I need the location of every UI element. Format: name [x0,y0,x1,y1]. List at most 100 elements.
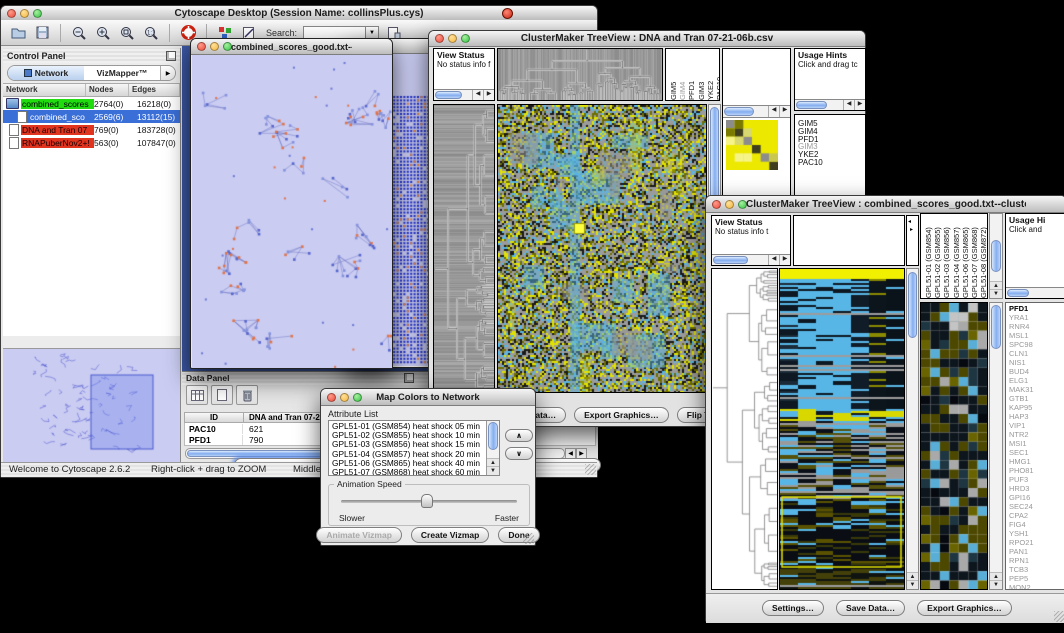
zoom-fit-button[interactable]: 1:1 [142,24,160,42]
close-icon[interactable] [7,9,16,18]
search-input[interactable] [304,27,365,39]
scrollbar-thumb[interactable] [724,107,754,116]
scrollbar-thumb[interactable] [435,91,462,99]
move-up-button[interactable]: ∧ [505,429,533,442]
scroll-left-icon[interactable]: ◂ [908,218,911,225]
minimize-icon[interactable] [340,393,349,402]
new-attribute-button[interactable] [211,385,233,405]
network1-view[interactable] [192,55,391,367]
tab-vizmapper[interactable]: VizMapper™ [84,66,160,80]
network1-titlebar[interactable]: combined_scores_good.txt--cluste... [191,39,392,55]
tab-network[interactable]: Network [8,66,84,80]
birdseye-view[interactable] [3,348,180,463]
window-controls[interactable] [712,200,747,209]
minimize-icon[interactable] [210,42,219,51]
close-icon[interactable] [435,34,444,43]
close-icon[interactable] [327,393,336,402]
scroll-left-icon[interactable]: ◀ [768,255,779,265]
dialog-titlebar[interactable]: Map Colors to Network [321,389,535,406]
hscrollbar[interactable]: ◀▶ [795,99,865,110]
scroll-right-icon[interactable]: ▶ [483,90,494,100]
select-attributes-button[interactable] [186,385,208,405]
column-scroll-strip[interactable]: ◂ ▸ [906,215,919,266]
float-panel-icon[interactable] [166,51,176,61]
minimize-icon[interactable] [20,9,29,18]
delete-attribute-button[interactable] [236,385,258,405]
overview-canvas[interactable] [3,349,179,462]
treeview1-titlebar[interactable]: ClusterMaker TreeView : DNA and Tran 07-… [429,31,865,47]
scrollbar-thumb[interactable] [991,240,1001,272]
treeview2-titlebar[interactable]: ClusterMaker TreeView : combined_scores_… [706,196,1064,213]
close-icon[interactable] [712,200,721,209]
hscrollbar[interactable]: ◀▶ [712,254,790,265]
zoom-heatmap-canvas[interactable] [921,303,987,589]
network-list-row[interactable]: RNAPuberNov2+!563(0)107847(0) [3,136,180,149]
scroll-right-icon[interactable]: ▶ [854,100,865,110]
row-dendrogram-canvas[interactable] [434,105,494,392]
network-list-row[interactable]: DNA and Tran 07769(0)183728(0) [3,123,180,136]
create-vizmap-button[interactable]: Create Vizmap [411,527,489,543]
resize-grip[interactable] [523,533,534,544]
heatmap-canvas[interactable] [780,269,904,589]
zoom-selected-button[interactable] [118,24,136,42]
scrollbar-thumb[interactable] [1007,289,1029,297]
heatmap-panel[interactable] [497,104,707,393]
scroll-down-icon[interactable]: ▼ [990,289,1002,298]
zoom-view-panel[interactable] [920,302,988,590]
scrollbar-thumb[interactable] [488,422,498,450]
hscrollbar[interactable]: ◀▶ [723,105,790,118]
save-data-button[interactable]: Save Data… [836,600,905,616]
export-graphics-button[interactable]: Export Graphics… [574,407,669,423]
scroll-right-icon[interactable]: ▶ [779,255,790,265]
row-dendrogram-canvas[interactable] [712,269,777,589]
column-dendrogram-canvas[interactable] [498,49,662,100]
attribute-listbox[interactable]: GPL51-01 (GSM854) heat shock 05 minGPL51… [328,420,500,476]
vscrollbar[interactable]: ▲ ▼ [486,421,499,475]
network-list-row[interactable]: combined_sco2569(6)13112(15) [3,110,180,123]
scrollbar-thumb[interactable] [991,305,1001,349]
hscrollbar[interactable] [1006,287,1064,298]
open-session-button[interactable] [9,24,27,42]
vscrollbar[interactable]: ▲ ▼ [906,268,919,590]
scroll-left-icon[interactable]: ◀ [472,90,483,100]
tab-overflow-arrow-icon[interactable]: ▶ [160,66,175,80]
global-matrix-canvas[interactable] [726,120,778,170]
window-controls[interactable] [7,9,42,18]
heatmap-canvas[interactable] [498,105,706,392]
row-dendrogram-panel[interactable] [711,268,778,590]
export-graphics-button[interactable]: Export Graphics… [917,600,1012,616]
scroll-down-icon[interactable]: ▼ [990,580,1002,589]
minimize-icon[interactable] [725,200,734,209]
minimize-icon[interactable] [448,34,457,43]
zoom-in-button[interactable] [94,24,112,42]
window-controls[interactable] [197,42,232,51]
scroll-left-icon[interactable]: ◀ [768,106,779,117]
scrollbar-thumb[interactable] [908,272,917,338]
animate-vizmap-button[interactable]: Animate Vizmap [316,527,402,543]
network-list-row[interactable]: combined_scores2764(0)16218(0) [3,97,180,110]
scroll-down-icon[interactable]: ▼ [907,580,918,589]
float-panel-icon[interactable] [404,373,414,383]
move-down-button[interactable]: ∨ [505,447,533,460]
column-tree-panel[interactable] [793,215,905,266]
attribute-list-item[interactable]: GPL51-07 (GSM868) heat shock 60 min [332,468,499,476]
scroll-right-icon[interactable]: ▸ [910,226,913,233]
scrollbar-thumb[interactable] [713,256,748,264]
resize-grip[interactable] [585,464,596,475]
save-session-button[interactable] [33,24,51,42]
hscrollbar[interactable]: ◀▶ [434,89,494,100]
window-controls[interactable] [435,34,470,43]
heatmap-panel[interactable] [779,268,905,590]
speed-slider-thumb[interactable] [421,494,433,508]
scroll-down-icon[interactable]: ▼ [487,466,499,475]
scroll-right-icon[interactable]: ▶ [779,106,790,117]
column-dendrogram-panel[interactable] [497,48,663,101]
vscrollbar[interactable]: ▲ ▼ [989,302,1003,590]
scroll-left-icon[interactable]: ◀ [843,100,854,110]
close-icon[interactable] [197,42,206,51]
chevron-down-icon[interactable]: ▼ [365,27,378,39]
window-controls[interactable] [327,393,362,402]
settings-button[interactable]: Settings… [762,600,824,616]
network1-canvas[interactable] [192,55,392,368]
zoom-out-button[interactable] [70,24,88,42]
